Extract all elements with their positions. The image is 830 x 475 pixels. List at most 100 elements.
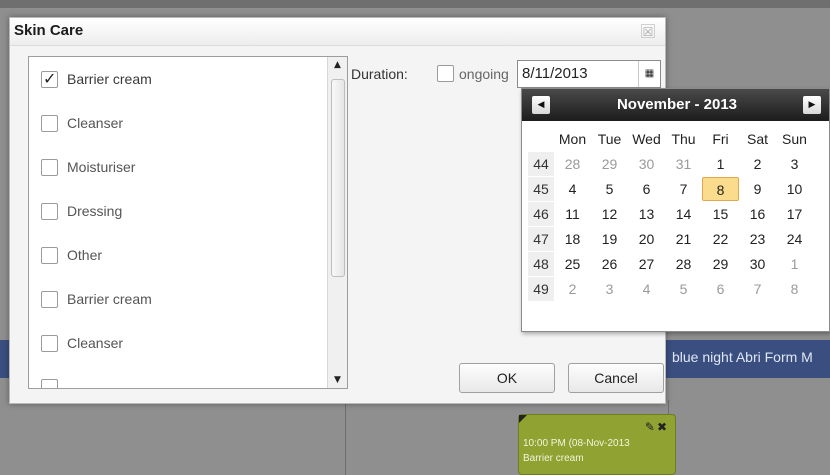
calendar-day[interactable]: 14 (665, 202, 702, 226)
calendar-day[interactable]: 5 (665, 277, 702, 301)
calendar-day[interactable]: 18 (554, 227, 591, 251)
calendar-day[interactable]: 11 (554, 202, 591, 226)
duration-label: Duration: (351, 66, 408, 82)
calendar-day[interactable]: 6 (628, 177, 665, 201)
weekday-header: Tue (597, 130, 622, 147)
background-event-card[interactable]: ✎✖ 10:00 PM (08-Nov-2013 Barrier cream (518, 414, 676, 475)
weekday-header: Mon (558, 130, 587, 147)
calendar-day-selected[interactable]: 8 (702, 176, 739, 201)
item-checkbox[interactable] (41, 114, 58, 132)
list-item[interactable]: Dressing (41, 201, 122, 221)
list-scrollbar[interactable]: ▲ ▼ (327, 57, 347, 388)
weekday-header: Fri (712, 130, 729, 147)
item-label: Cleanser (67, 115, 124, 131)
list-item[interactable]: Other (41, 245, 102, 265)
list-item[interactable]: Moisturiser (41, 157, 135, 177)
week-number: 48 (528, 251, 554, 276)
calendar-week-row: 49 2 3 4 5 6 7 8 (528, 276, 813, 301)
background-event-text: blue night Abri Form M (672, 349, 813, 365)
calendar-day[interactable]: 5 (591, 177, 628, 201)
calendar-week-row: 45 4 5 6 7 8 9 10 (528, 176, 813, 201)
calendar-day[interactable]: 22 (702, 227, 739, 251)
background-divider (345, 400, 346, 475)
previous-month-icon[interactable]: ◀ (532, 96, 550, 114)
item-checkbox[interactable] (41, 378, 58, 388)
calendar-day[interactable]: 24 (776, 227, 813, 251)
calendar-day[interactable]: 23 (739, 227, 776, 251)
item-checkbox[interactable] (41, 158, 58, 176)
edit-icon[interactable]: ✎ (645, 420, 657, 434)
cancel-button[interactable]: Cancel (568, 363, 664, 393)
calendar-month-title[interactable]: November - 2013 (562, 96, 792, 113)
date-field[interactable]: 8/11/2013 ▦ (517, 60, 661, 88)
calendar-day[interactable]: 15 (702, 202, 739, 226)
calendar-day[interactable]: 2 (554, 277, 591, 301)
item-checkbox[interactable] (41, 334, 58, 352)
calendar-day[interactable]: 26 (591, 252, 628, 276)
background-header-strip (0, 0, 830, 8)
calendar-day[interactable]: 1 (702, 152, 739, 176)
item-checkbox[interactable] (41, 246, 58, 264)
calendar-day[interactable]: 12 (591, 202, 628, 226)
calendar-day[interactable]: 10 (776, 177, 813, 201)
close-icon[interactable]: ☒ (641, 24, 655, 39)
card-corner-marker (519, 415, 527, 423)
calendar-day[interactable]: 31 (665, 152, 702, 176)
scrollbar-thumb[interactable] (331, 79, 345, 277)
calendar-day[interactable]: 6 (702, 277, 739, 301)
calendar-day[interactable]: 7 (739, 277, 776, 301)
calendar-icon[interactable]: ▦ (638, 61, 660, 87)
calendar-day[interactable]: 1 (776, 252, 813, 276)
scroll-down-icon[interactable]: ▼ (331, 375, 344, 385)
calendar-day[interactable]: 30 (628, 152, 665, 176)
calendar-day[interactable]: 3 (591, 277, 628, 301)
calendar-day[interactable]: 16 (739, 202, 776, 226)
item-checkbox[interactable] (41, 69, 58, 88)
ongoing-checkbox[interactable] (437, 65, 454, 82)
item-label: Cleanser (67, 335, 124, 351)
week-number: 49 (528, 276, 554, 301)
list-item[interactable]: Barrier cream (41, 69, 152, 89)
calendar-day[interactable]: 19 (591, 227, 628, 251)
list-item[interactable]: Barrier cream (41, 289, 152, 309)
scroll-up-icon[interactable]: ▲ (331, 60, 344, 70)
card-actions: ✎✖ (645, 420, 669, 434)
ok-button[interactable]: OK (459, 363, 555, 393)
calendar-day[interactable]: 7 (665, 177, 702, 201)
calendar-day[interactable]: 25 (554, 252, 591, 276)
calendar-day[interactable]: 2 (739, 152, 776, 176)
card-item-text: Barrier cream (523, 453, 584, 464)
item-label: Barrier cream (67, 71, 152, 87)
calendar-day[interactable]: 21 (665, 227, 702, 251)
list-item[interactable]: Cleanser (41, 113, 123, 133)
calendar-day[interactable]: 13 (628, 202, 665, 226)
calendar-day[interactable]: 4 (554, 177, 591, 201)
calendar-day[interactable]: 28 (665, 252, 702, 276)
calendar-day[interactable]: 3 (776, 152, 813, 176)
item-label: Dressing (67, 203, 123, 219)
dialog-titlebar[interactable]: Skin Care ☒ (10, 18, 665, 46)
calendar-day[interactable]: 29 (591, 152, 628, 176)
week-number: 45 (528, 176, 554, 201)
calendar-day[interactable]: 28 (554, 152, 591, 176)
item-label: Moisturiser (67, 159, 136, 175)
week-number: 44 (528, 151, 554, 176)
item-checkbox[interactable] (41, 202, 58, 220)
calendar-day[interactable]: 29 (702, 252, 739, 276)
item-checkbox[interactable] (41, 290, 58, 308)
calendar-day[interactable]: 20 (628, 227, 665, 251)
calendar-day[interactable]: 9 (739, 177, 776, 201)
calendar-week-row: 48 25 26 27 28 29 30 1 (528, 251, 813, 276)
date-picker-popup: ◀ November - 2013 ▶ Mon Tue Wed Thu Fri Sat Su… (521, 88, 830, 332)
close-icon[interactable]: ✖ (657, 420, 669, 434)
week-number: 47 (528, 226, 554, 251)
calendar-day[interactable]: 30 (739, 252, 776, 276)
calendar-day[interactable]: 4 (628, 277, 665, 301)
calendar-grid: Mon Tue Wed Thu Fri Sat Sun 44 28 29 30 31 1 2 3 45 4 5 6 7… (528, 126, 813, 301)
calendar-day[interactable]: 8 (776, 277, 813, 301)
calendar-day[interactable]: 27 (628, 252, 665, 276)
calendar-day[interactable]: 17 (776, 202, 813, 226)
next-month-icon[interactable]: ▶ (803, 96, 821, 114)
list-item[interactable] (41, 377, 67, 388)
list-item[interactable]: Cleanser (41, 333, 123, 353)
